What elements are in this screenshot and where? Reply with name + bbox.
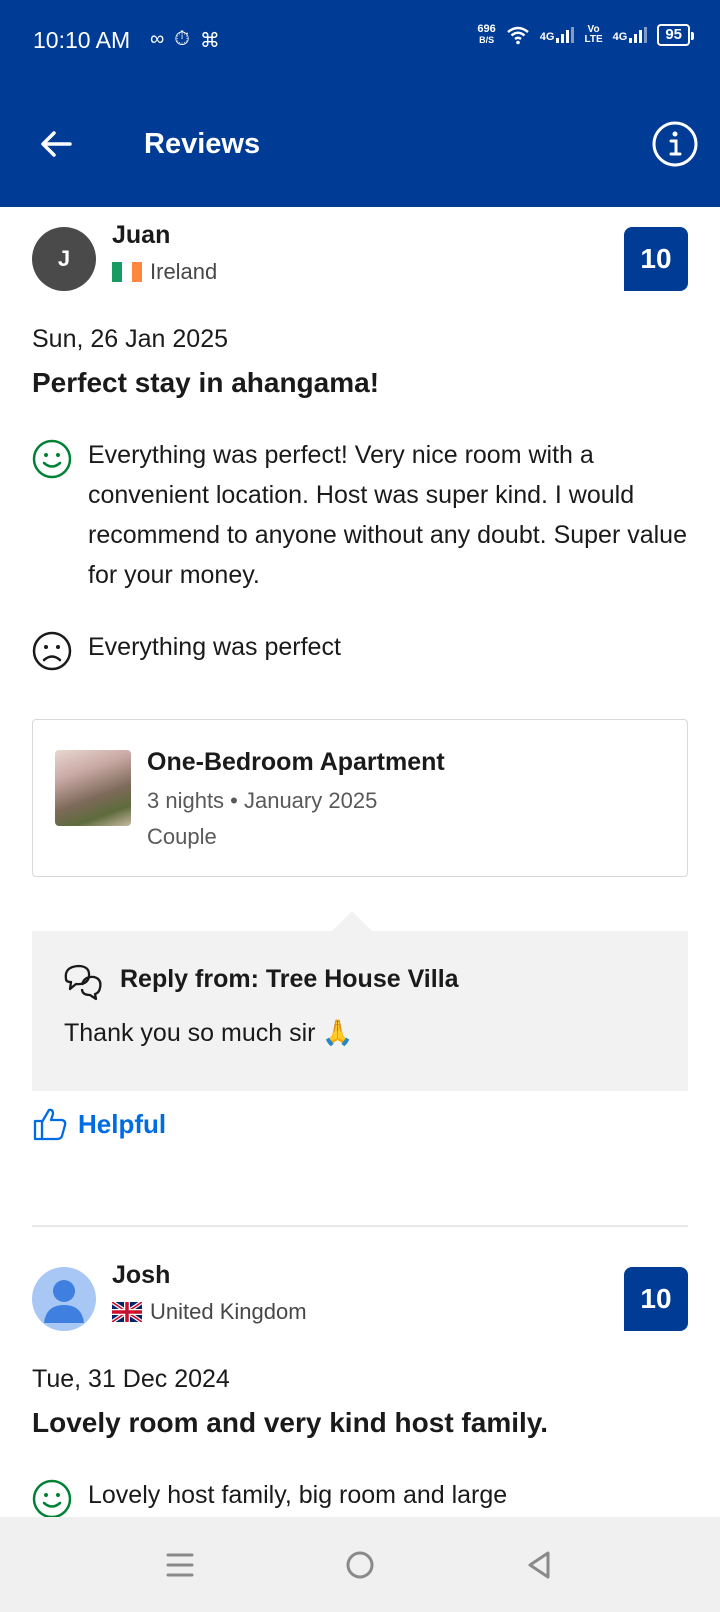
review-date: Sun, 26 Jan 2025 bbox=[32, 325, 228, 353]
avatar bbox=[32, 1267, 96, 1331]
network-speed: 696 B/S bbox=[477, 23, 496, 46]
signal-bars-icon bbox=[629, 27, 648, 43]
system-nav-bar bbox=[0, 1517, 720, 1612]
top-bar: 10:10 AM ∞ ⏱ ⌘ 696 B/S 4G Vo LTE 4G 95 R… bbox=[0, 0, 720, 207]
user-avatar-icon bbox=[44, 1280, 84, 1323]
smile-icon bbox=[32, 1479, 72, 1517]
back-arrow-icon[interactable] bbox=[34, 122, 78, 166]
review-negative: Everything was perfect bbox=[32, 627, 688, 671]
review-positive: Lovely host family, big room and large bbox=[32, 1475, 688, 1517]
thumbs-up-icon bbox=[33, 1108, 67, 1141]
volte-badge: Vo LTE bbox=[584, 24, 603, 45]
avatar: J bbox=[32, 227, 96, 291]
reviews-list[interactable]: J Juan Ireland 10 Sun, 26 Jan 2025 Perfe… bbox=[0, 207, 720, 1517]
app-bar: Reviews bbox=[0, 110, 720, 180]
room-name: One-Bedroom Apartment bbox=[147, 748, 445, 776]
home-icon[interactable] bbox=[340, 1545, 380, 1585]
timer-icon: ⏱ bbox=[174, 28, 190, 50]
reviewer-country: Ireland bbox=[112, 259, 217, 285]
room-thumbnail bbox=[55, 750, 131, 826]
status-bar: 10:10 AM ∞ ⏱ ⌘ 696 B/S 4G Vo LTE 4G 95 bbox=[0, 0, 720, 80]
review-title: Perfect stay in ahangama! bbox=[32, 367, 380, 398]
review-positive: Everything was perfect! Very nice room w… bbox=[32, 435, 688, 595]
uk-flag-icon bbox=[112, 1302, 142, 1322]
smile-icon bbox=[32, 439, 72, 479]
reviewer-name: Juan bbox=[112, 221, 171, 249]
reviewer-country: United Kingdom bbox=[112, 1299, 307, 1325]
helpful-button[interactable]: Helpful bbox=[32, 1107, 166, 1141]
review-divider bbox=[32, 1225, 688, 1227]
signal-bars-icon bbox=[556, 27, 575, 43]
back-triangle-icon[interactable] bbox=[520, 1545, 560, 1585]
reviewer-name: Josh bbox=[112, 1261, 171, 1289]
reply-heading: Reply from: Tree House Villa bbox=[120, 965, 459, 993]
review-title: Lovely room and very kind host family. bbox=[32, 1407, 549, 1438]
signal-2: 4G bbox=[613, 27, 648, 43]
frown-icon bbox=[32, 631, 72, 671]
android-icon: ⌘ bbox=[199, 30, 220, 52]
signal-1: 4G bbox=[540, 27, 575, 43]
wifi-icon bbox=[507, 26, 529, 45]
recent-apps-icon[interactable] bbox=[160, 1545, 200, 1585]
info-icon[interactable] bbox=[651, 120, 699, 168]
ireland-flag-icon bbox=[112, 262, 142, 282]
reply-text: Thank you so much sir 🙏 bbox=[64, 1019, 354, 1047]
status-notification-icons: ∞ ⏱ ⌘ bbox=[150, 28, 220, 53]
status-time: 10:10 AM bbox=[33, 27, 131, 53]
battery-indicator: 95 bbox=[657, 24, 694, 46]
review-score-badge: 10 bbox=[624, 1267, 688, 1331]
page-title: Reviews bbox=[144, 128, 261, 160]
room-stay-card: One-Bedroom Apartment 3 nights • January… bbox=[32, 719, 688, 877]
status-right-icons: 696 B/S 4G Vo LTE 4G 95 bbox=[477, 23, 694, 46]
traveler-type: Couple bbox=[147, 824, 217, 849]
review-score-badge: 10 bbox=[624, 227, 688, 291]
chat-bubbles-icon bbox=[64, 964, 102, 1001]
review-date: Tue, 31 Dec 2024 bbox=[32, 1365, 230, 1393]
link-icon: ∞ bbox=[150, 28, 165, 50]
stay-details: 3 nights • January 2025 bbox=[147, 788, 378, 813]
host-reply: Reply from: Tree House Villa Thank you s… bbox=[32, 911, 688, 1091]
